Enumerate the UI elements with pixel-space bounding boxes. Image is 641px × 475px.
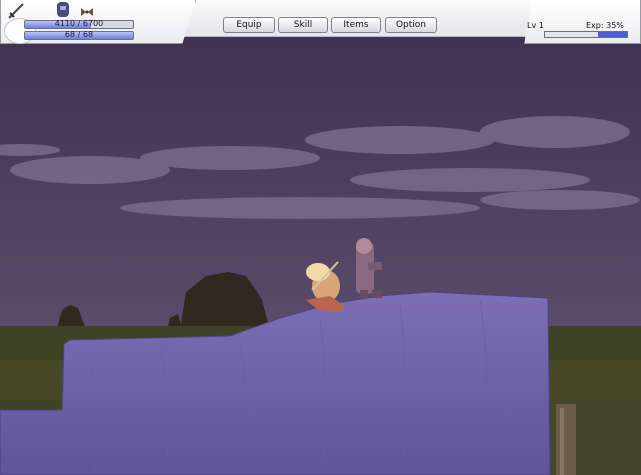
game-scene[interactable] (0, 0, 641, 475)
ribbon-icon[interactable] (80, 3, 94, 16)
wooden-post (556, 404, 576, 475)
equip-button[interactable]: Equip (223, 17, 275, 33)
level-label: Lv 1 (527, 21, 544, 30)
exp-bar-fill (598, 32, 627, 37)
items-button[interactable]: Items (331, 17, 381, 33)
exp-bar (544, 31, 628, 38)
mp-text: 68 / 68 (64, 30, 94, 39)
hp-text: 4110 / 6700 (54, 19, 104, 28)
knight-portrait-icon[interactable] (53, 0, 73, 18)
sword-icon[interactable] (6, 1, 26, 21)
exp-label: Exp: 35% (586, 21, 624, 30)
option-button[interactable]: Option (385, 17, 437, 33)
skill-button[interactable]: Skill (278, 17, 328, 33)
